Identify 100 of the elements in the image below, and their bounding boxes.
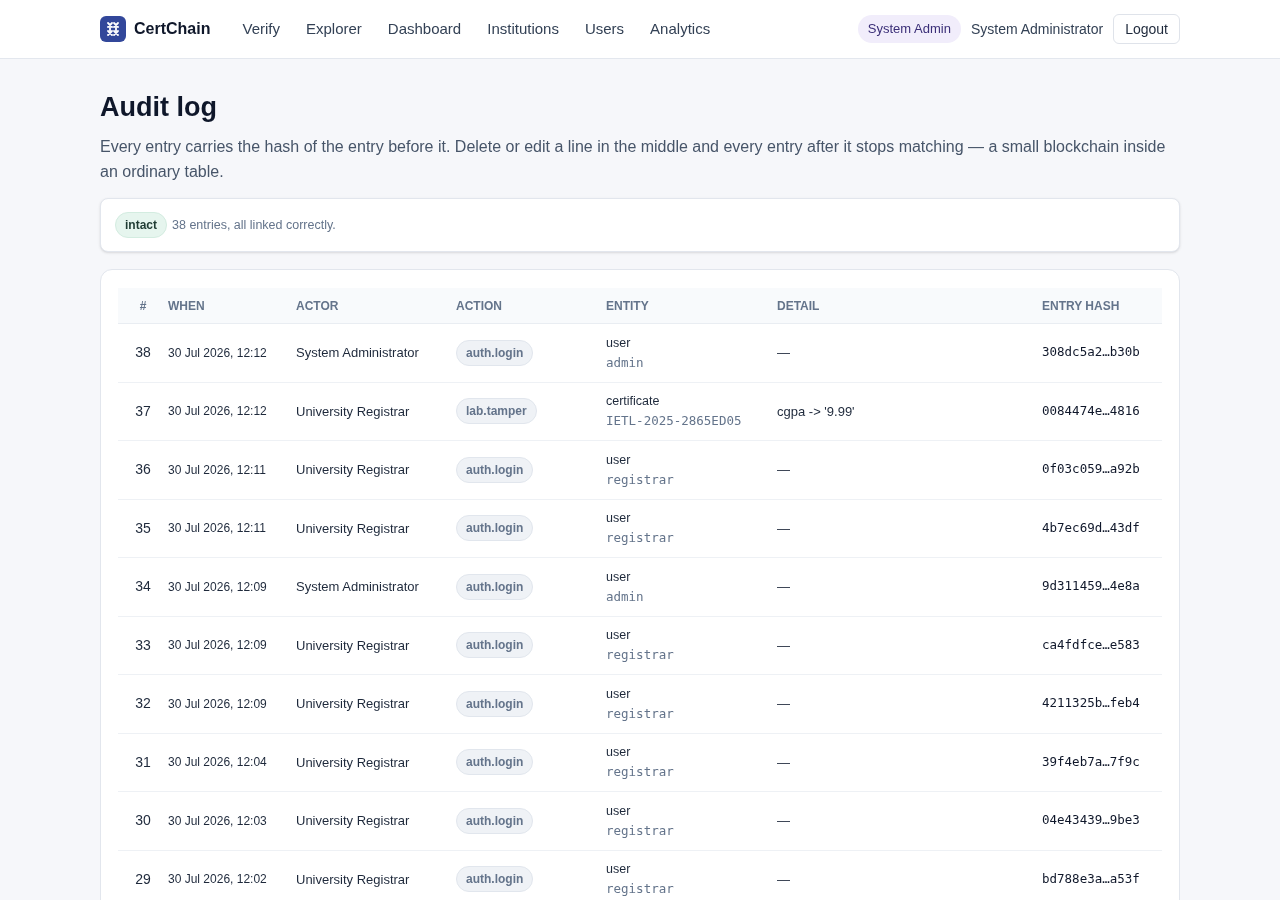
entry-time: 30 Jul 2026, 12:12 — [168, 403, 267, 421]
column-header: ACTION — [456, 297, 502, 315]
entry-time: 30 Jul 2026, 12:03 — [168, 812, 267, 830]
page-description: Every entry carries the hash of the entry before it. Delete or edit a line in the middle and every entry after it stops matching — a small blockchain inside an ordinary table. — [100, 137, 1167, 182]
entity-type: user — [606, 627, 632, 645]
action-tag: auth.login — [456, 515, 534, 542]
entry-hash: 9d311459…4e8a — [1042, 577, 1140, 596]
entity-id: registrar — [606, 880, 674, 899]
action-tag: lab.tamper — [456, 398, 537, 425]
entry-detail: — — [777, 578, 790, 596]
entry-time: 30 Jul 2026, 12:11 — [168, 520, 266, 538]
status-badge: intact — [115, 212, 167, 238]
column-header: ACTOR — [296, 297, 339, 315]
entity-id: registrar — [606, 470, 674, 489]
entry-detail: — — [777, 812, 790, 830]
user-name: System Administrator — [970, 19, 1104, 39]
entry-detail: — — [777, 461, 790, 479]
entity-type: user — [606, 568, 632, 586]
entry-detail: — — [777, 695, 790, 713]
actor-name: System Administrator — [296, 344, 419, 362]
entity-type: user — [606, 802, 632, 820]
entry-number: 30 — [135, 811, 151, 831]
action-tag: auth.login — [456, 866, 534, 893]
entry-hash: 39f4eb7a…7f9c — [1042, 752, 1140, 771]
logo-icon — [100, 16, 126, 42]
nav-link[interactable]: Institutions — [487, 17, 559, 41]
entry-number: 36 — [135, 460, 151, 480]
role-badge: System Admin — [857, 15, 961, 43]
actor-name: University Registrar — [296, 402, 410, 421]
entry-time: 30 Jul 2026, 12:09 — [168, 695, 267, 713]
actor-name: University Registrar — [296, 812, 410, 830]
entry-time: 30 Jul 2026, 12:09 — [168, 637, 267, 655]
column-header: # — [139, 297, 147, 315]
entity-id: registrar — [606, 704, 674, 723]
entry-hash: 4211325b…feb4 — [1042, 694, 1140, 713]
entry-time: 30 Jul 2026, 12:02 — [168, 871, 267, 889]
entry-detail: cgpa -> '9.99' — [777, 402, 855, 421]
logout-button[interactable]: Logout — [1113, 14, 1180, 44]
entry-time: 30 Jul 2026, 12:04 — [168, 754, 267, 772]
entity-type: user — [606, 451, 632, 469]
action-tag: auth.login — [456, 807, 534, 834]
entry-number: 35 — [135, 518, 151, 538]
entry-hash: ca4fdfce…e583 — [1042, 635, 1140, 654]
entry-time: 30 Jul 2026, 12:12 — [168, 344, 267, 362]
column-header: DETAIL — [777, 297, 820, 315]
actor-name: University Registrar — [296, 461, 410, 479]
actor-name: University Registrar — [296, 870, 410, 889]
actor-name: University Registrar — [296, 695, 410, 713]
entry-number: 31 — [135, 752, 151, 772]
column-header: ENTITY — [606, 297, 649, 315]
nav-link[interactable]: Dashboard — [387, 17, 462, 41]
entity-id: registrar — [606, 821, 674, 840]
entity-type: certificate — [606, 393, 661, 411]
entry-number: 37 — [135, 401, 151, 421]
entry-time: 30 Jul 2026, 12:11 — [168, 461, 266, 479]
entity-type: user — [606, 685, 632, 703]
action-tag: auth.login — [456, 456, 534, 483]
page-title: Audit log — [100, 91, 218, 123]
entity-id: registrar — [606, 763, 674, 782]
entry-number: 29 — [135, 869, 151, 889]
entity-id: registrar — [606, 529, 674, 548]
nav-link[interactable]: Verify — [242, 17, 280, 41]
actor-name: University Registrar — [296, 519, 410, 538]
nav-link[interactable]: Users — [584, 17, 625, 41]
entry-number: 33 — [135, 635, 151, 655]
action-tag: auth.login — [456, 339, 534, 366]
entity-type: user — [606, 744, 632, 762]
entity-type: user — [606, 861, 632, 879]
entry-number: 32 — [135, 694, 151, 714]
entry-hash: 4b7ec69d…43df — [1042, 518, 1140, 537]
column-header: ENTRY HASH — [1042, 297, 1120, 315]
entry-detail: — — [777, 519, 790, 538]
action-tag: auth.login — [456, 749, 534, 776]
nav-link[interactable]: Analytics — [650, 17, 711, 41]
entity-id: admin — [606, 587, 644, 606]
status-message: 38 entries, all linked correctly. — [172, 216, 336, 234]
entry-hash: 0f03c059…a92b — [1042, 460, 1140, 479]
entry-detail: — — [777, 870, 790, 889]
entry-hash: bd788e3a…a53f — [1042, 869, 1140, 888]
entry-number: 38 — [135, 343, 151, 363]
entity-type: user — [606, 334, 632, 352]
entry-number: 34 — [135, 577, 151, 597]
entry-hash: 308dc5a2…b30b — [1042, 343, 1140, 362]
entry-detail: — — [777, 753, 790, 772]
actor-name: University Registrar — [296, 753, 410, 772]
entry-hash: 0084474e…4816 — [1042, 401, 1140, 420]
entity-id: IETL-2025-2865ED05 — [606, 412, 742, 431]
brand-name[interactable]: CertChain — [134, 17, 211, 41]
actor-name: System Administrator — [296, 578, 419, 596]
entry-detail: — — [777, 636, 790, 655]
entry-hash: 04e43439…9be3 — [1042, 811, 1140, 830]
entity-id: admin — [606, 353, 644, 372]
action-tag: auth.login — [456, 632, 534, 659]
nav-link[interactable]: Explorer — [305, 17, 362, 41]
entity-type: user — [606, 510, 632, 528]
action-tag: auth.login — [456, 690, 534, 717]
action-tag: auth.login — [456, 573, 534, 600]
column-header: WHEN — [168, 297, 205, 315]
entry-detail: — — [777, 344, 790, 362]
actor-name: University Registrar — [296, 636, 410, 655]
